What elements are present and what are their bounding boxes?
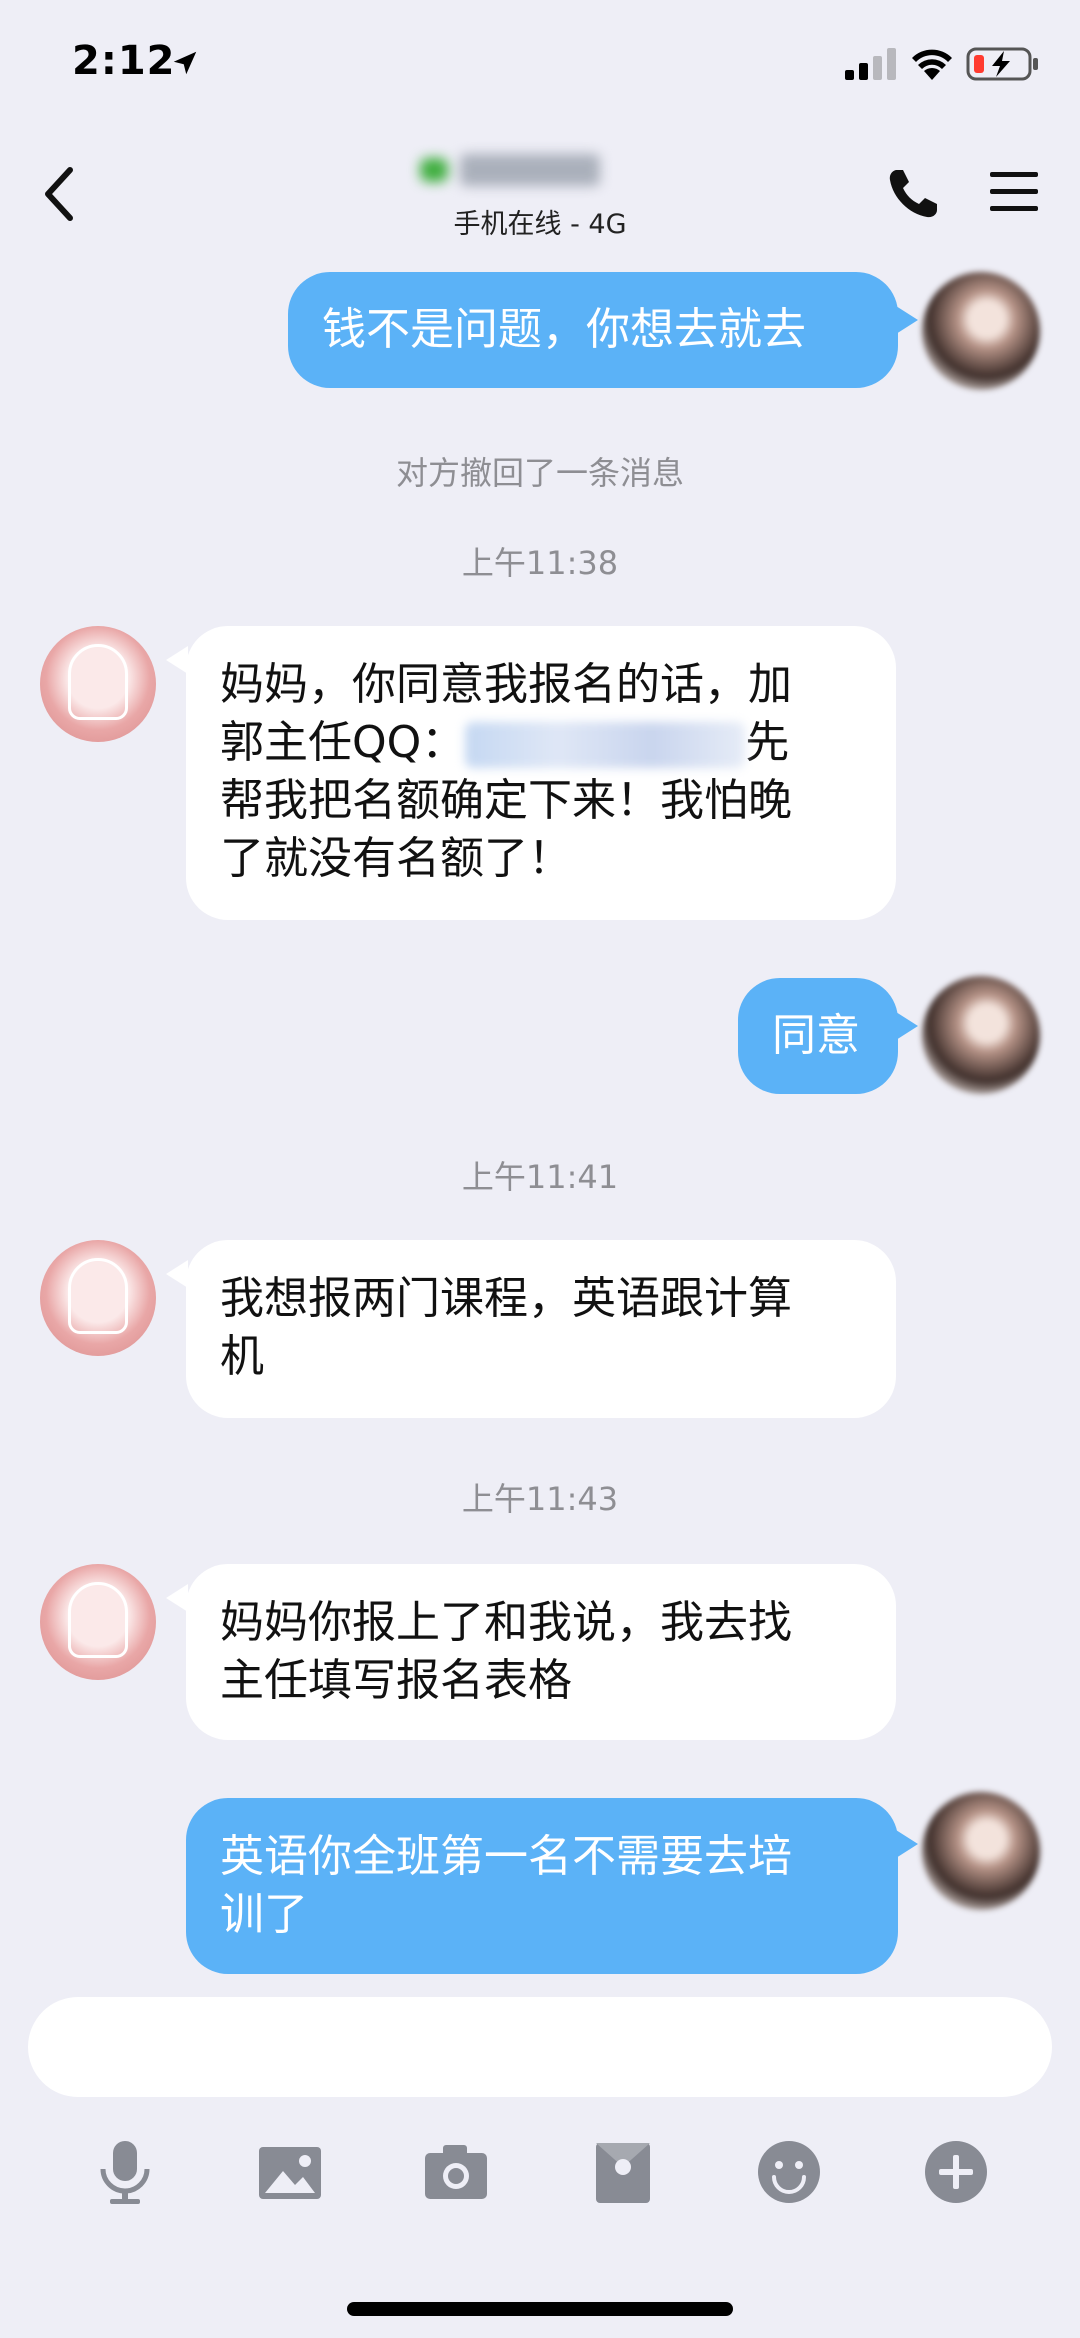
bubble-tail — [166, 1584, 188, 1612]
message-line: 郭主任QQ： 先 — [220, 714, 862, 772]
message-line: 我想报两门课程，英语跟计算 — [220, 1273, 792, 1324]
ghost-icon — [68, 1258, 128, 1334]
heart-icon — [420, 158, 448, 182]
my-avatar[interactable] — [922, 1792, 1040, 1910]
battery-charging-icon — [966, 47, 1038, 81]
microphone-icon[interactable] — [90, 2137, 160, 2207]
timestamp: 上午11:38 — [461, 544, 619, 582]
my-avatar[interactable] — [922, 272, 1040, 390]
menu-icon[interactable] — [988, 168, 1040, 216]
message-line: 妈妈，你同意我报名的话，加 — [220, 659, 792, 710]
home-indicator — [347, 2302, 733, 2316]
camera-icon[interactable] — [421, 2137, 491, 2207]
location-arrow-icon — [173, 51, 197, 75]
ghost-icon — [68, 644, 128, 720]
contact-avatar[interactable] — [40, 626, 156, 742]
red-packet-icon[interactable] — [588, 2137, 658, 2207]
image-icon[interactable] — [255, 2137, 325, 2207]
message-text: 郭主任QQ： — [220, 717, 466, 768]
bubble-tail — [896, 1830, 918, 1858]
message-bubble-incoming[interactable]: 妈妈，你同意我报名的话，加 郭主任QQ： 先 帮我把名额确定下来！我怕晚 了就没有… — [186, 626, 896, 920]
system-message: 对方撤回了一条消息 — [395, 454, 684, 492]
message-bubble-incoming[interactable]: 妈妈你报上了和我说，我去找 主任填写报名表格 — [186, 1564, 896, 1740]
contact-name-redacted — [460, 154, 600, 186]
redacted-qq-number — [465, 722, 746, 768]
message-line: 了就没有名额了！ — [220, 833, 572, 884]
status-bar: 2:12 — [0, 0, 1080, 130]
message-bubble-outgoing[interactable]: 英语你全班第一名不需要去培 训了 — [186, 1798, 898, 1974]
message-text: 钱不是问题，你想去就去 — [322, 304, 806, 355]
emoji-icon[interactable] — [754, 2137, 824, 2207]
timestamp: 上午11:41 — [461, 1158, 619, 1196]
phone-call-icon[interactable] — [885, 166, 941, 222]
ghost-icon — [68, 1582, 128, 1658]
bubble-tail — [896, 306, 918, 334]
cellular-signal-icon — [845, 48, 896, 80]
message-line: 妈妈你报上了和我说，我去找 — [220, 1597, 792, 1648]
message-bubble-incoming[interactable]: 我想报两门课程，英语跟计算 机 — [186, 1240, 896, 1418]
my-avatar[interactable] — [922, 976, 1040, 1094]
contact-avatar[interactable] — [40, 1240, 156, 1356]
contact-avatar[interactable] — [40, 1564, 156, 1680]
status-time: 2:12 — [72, 38, 176, 84]
bubble-tail — [166, 1260, 188, 1288]
chat-toolbar — [0, 2125, 1080, 2215]
timestamp: 上午11:43 — [461, 1480, 619, 1518]
message-bubble-outgoing[interactable]: 钱不是问题，你想去就去 — [288, 272, 898, 388]
message-line: 机 — [220, 1331, 264, 1382]
plus-icon[interactable] — [921, 2137, 991, 2207]
contact-name-blurred[interactable] — [420, 152, 600, 192]
bubble-tail — [896, 1012, 918, 1040]
message-line: 主任填写报名表格 — [220, 1655, 572, 1706]
message-bubble-outgoing[interactable]: 同意 — [738, 978, 898, 1094]
wifi-icon — [912, 49, 952, 80]
chat-header: 手机在线 - 4G — [0, 130, 1080, 250]
bubble-tail — [166, 646, 188, 674]
message-line: 帮我把名额确定下来！我怕晚 — [220, 775, 792, 826]
message-text: 先 — [745, 717, 790, 768]
message-line: 训了 — [220, 1889, 308, 1940]
message-input[interactable] — [28, 1997, 1052, 2097]
message-line: 英语你全班第一名不需要去培 — [220, 1831, 792, 1882]
message-text: 同意 — [772, 1010, 860, 1061]
